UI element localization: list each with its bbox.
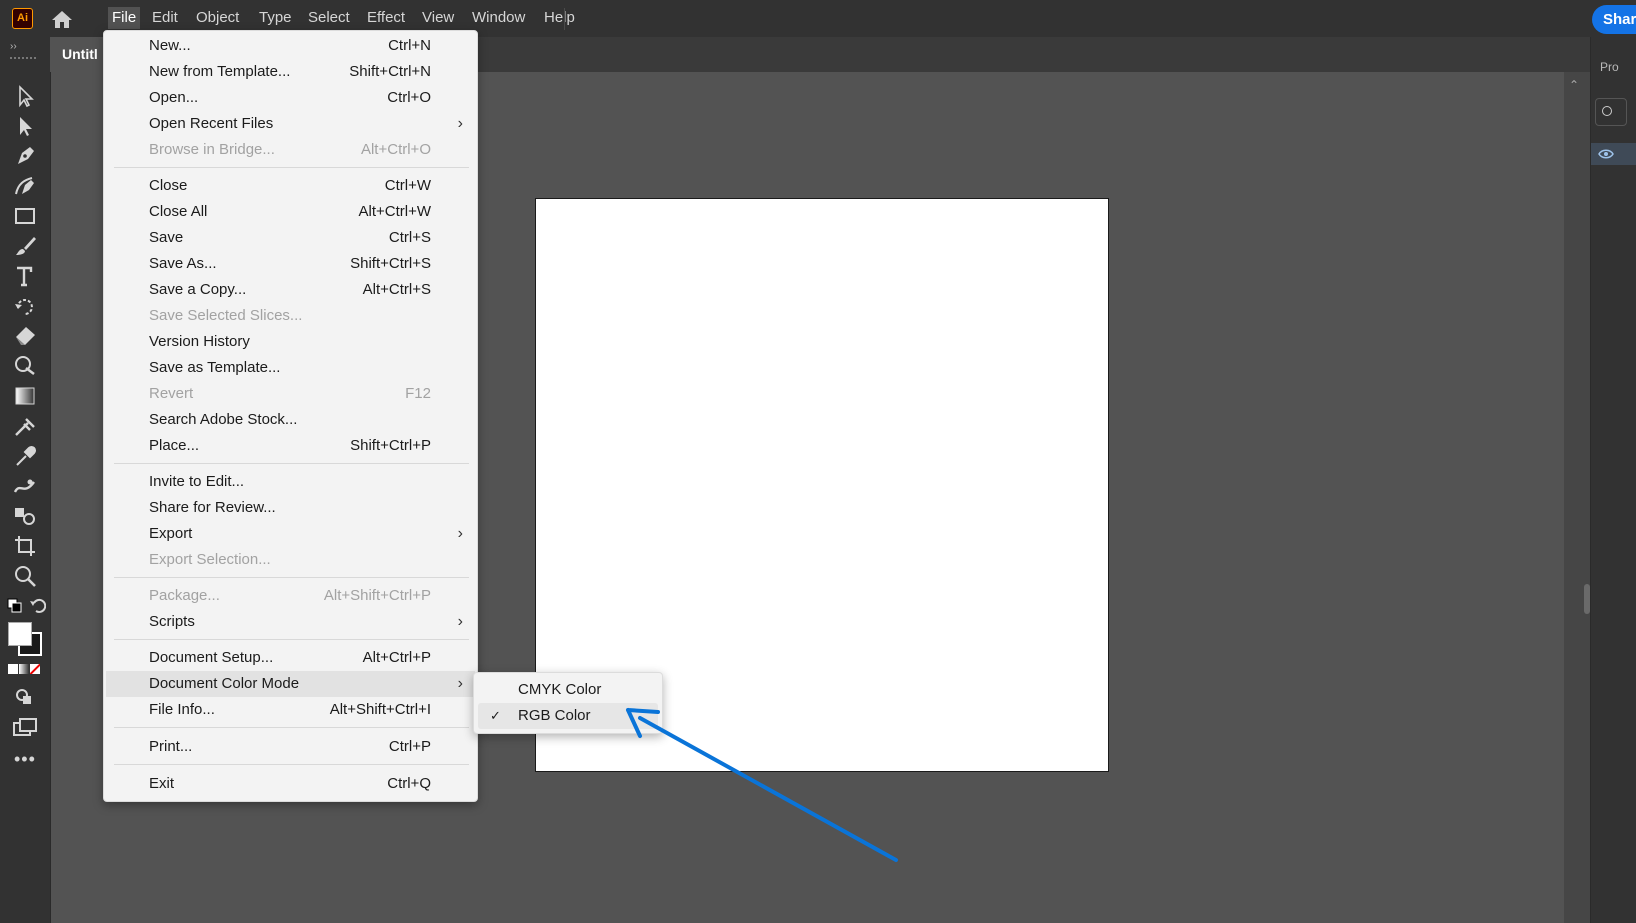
tools-panel: ›› ••• <box>0 37 51 923</box>
menu-help[interactable]: Help <box>544 9 575 27</box>
menu-item-open-recent-files[interactable]: Open Recent Files › <box>106 111 475 137</box>
collapse-panel-icon[interactable]: ›› <box>10 41 17 52</box>
file-menu-dropdown: New... Ctrl+N New from Template... Shift+C… <box>103 30 478 802</box>
menu-item-invite-to-edit[interactable]: Invite to Edit... <box>106 469 475 495</box>
scroll-up-icon[interactable]: ⌃ <box>1569 78 1579 92</box>
rotate-tool-icon[interactable] <box>12 294 38 318</box>
eye-icon[interactable] <box>1598 148 1614 160</box>
menu-item-export[interactable]: Export › <box>106 521 475 547</box>
menu-edit[interactable]: Edit <box>152 9 178 27</box>
menu-window[interactable]: Window <box>472 9 525 27</box>
menu-item-export-selection: Export Selection... <box>149 551 271 568</box>
width-tool-icon[interactable] <box>12 474 38 498</box>
menu-item-search-adobe-stock[interactable]: Search Adobe Stock... <box>106 407 475 433</box>
menu-effect[interactable]: Effect <box>367 9 405 27</box>
default-swap-colors-icon[interactable] <box>6 597 46 617</box>
menu-item-close[interactable]: Close Ctrl+W <box>106 173 475 199</box>
menu-item-file-info[interactable]: File Info... Alt+Shift+Ctrl+I <box>106 697 475 723</box>
menu-item-new[interactable]: New... Ctrl+N <box>106 33 475 59</box>
menu-item-new-from-template[interactable]: New from Template... Shift+Ctrl+N <box>106 59 475 85</box>
menubar-divider <box>564 8 565 30</box>
menu-divider <box>114 764 469 765</box>
zoom-tool-icon[interactable] <box>12 564 38 588</box>
menu-item-open[interactable]: Open... Ctrl+O <box>106 85 475 111</box>
menu-object[interactable]: Object <box>196 9 239 27</box>
share-button[interactable]: Share <box>1592 5 1636 34</box>
menu-item-print[interactable]: Print... Ctrl+P <box>106 734 475 760</box>
menu-item-save-as-template[interactable]: Save as Template... <box>106 355 475 381</box>
menu-item-save[interactable]: Save Ctrl+S <box>106 225 475 251</box>
symbol-sprayer-tool-icon[interactable] <box>12 504 38 528</box>
menu-item-save-selected-slices: Save Selected Slices... <box>149 307 303 324</box>
artboard-tool-icon[interactable] <box>12 534 38 558</box>
document-tab[interactable]: Untitl <box>50 37 110 72</box>
menu-view[interactable]: View <box>422 9 454 27</box>
chevron-right-icon: › <box>457 525 463 542</box>
illustrator-logo: Ai <box>12 8 33 29</box>
menu-divider <box>114 463 469 464</box>
menu-item-package: Package... Alt+Shift+Ctrl+P <box>149 587 431 604</box>
rectangle-tool-icon[interactable] <box>12 204 38 228</box>
submenu-item-cmyk-color[interactable]: CMYK Color <box>478 677 658 703</box>
menu-item-save-as[interactable]: Save As... Shift+Ctrl+S <box>106 251 475 277</box>
menu-item-place[interactable]: Place... Shift+Ctrl+P <box>106 433 475 459</box>
menu-divider <box>114 577 469 578</box>
menu-item-version-history[interactable]: Version History <box>106 329 475 355</box>
paintbrush-tool-icon[interactable] <box>12 234 38 258</box>
vertical-scrollbar[interactable] <box>1564 72 1590 923</box>
menu-divider <box>114 639 469 640</box>
pen-tool-icon[interactable] <box>12 144 38 168</box>
panel-search-icon[interactable] <box>1595 98 1627 126</box>
shape-builder-tool-icon[interactable] <box>12 354 38 378</box>
menu-item-close-all[interactable]: Close All Alt+Ctrl+W <box>106 199 475 225</box>
menu-item-scripts[interactable]: Scripts › <box>106 609 475 635</box>
chevron-right-icon: › <box>457 675 463 692</box>
eyedropper-variant-icon[interactable] <box>12 414 38 438</box>
curvature-tool-icon[interactable] <box>12 174 38 198</box>
menu-item-save-a-copy[interactable]: Save a Copy... Alt+Ctrl+S <box>106 277 475 303</box>
menu-item-exit[interactable]: Exit Ctrl+Q <box>106 771 475 797</box>
properties-panel <box>1590 37 1636 923</box>
more-tools-icon[interactable]: ••• <box>14 749 36 770</box>
gradient-tool-icon[interactable] <box>12 384 38 408</box>
menu-divider <box>114 727 469 728</box>
selection-tool-icon[interactable] <box>12 84 38 108</box>
menu-item-document-setup[interactable]: Document Setup... Alt+Ctrl+P <box>106 645 475 671</box>
type-tool-icon[interactable] <box>12 264 38 288</box>
eraser-tool-icon[interactable] <box>12 324 38 348</box>
menu-select[interactable]: Select <box>308 9 350 27</box>
menu-type[interactable]: Type <box>259 9 292 27</box>
chevron-right-icon: › <box>457 115 463 132</box>
submenu-item-rgb-color[interactable]: ✓ RGB Color <box>478 703 658 729</box>
menu-item-browse-in-bridge: Browse in Bridge... Alt+Ctrl+O <box>149 141 431 158</box>
properties-panel-title[interactable]: Pro <box>1600 60 1619 74</box>
eyedropper-tool-icon[interactable] <box>12 444 38 468</box>
menu-file[interactable]: File <box>108 7 141 29</box>
checkmark-icon: ✓ <box>490 708 501 723</box>
direct-selection-tool-icon[interactable] <box>12 114 38 138</box>
fill-stroke-swatches[interactable] <box>8 622 42 656</box>
color-mode-submenu: CMYK Color ✓ RGB Color <box>473 672 663 734</box>
menu-item-revert: Revert F12 <box>149 385 431 402</box>
color-gradient-none-buttons[interactable] <box>8 664 42 676</box>
menu-item-document-color-mode[interactable]: Document Color Mode › <box>106 671 475 697</box>
panel-grip[interactable] <box>10 57 36 61</box>
layer-visibility-row[interactable] <box>1591 143 1636 165</box>
menu-divider <box>114 167 469 168</box>
chevron-right-icon: › <box>457 613 463 630</box>
screen-mode-icon[interactable] <box>12 717 38 737</box>
menu-item-share-for-review[interactable]: Share for Review... <box>106 495 475 521</box>
drawing-modes-icon[interactable] <box>14 687 36 707</box>
home-icon[interactable] <box>50 9 74 29</box>
